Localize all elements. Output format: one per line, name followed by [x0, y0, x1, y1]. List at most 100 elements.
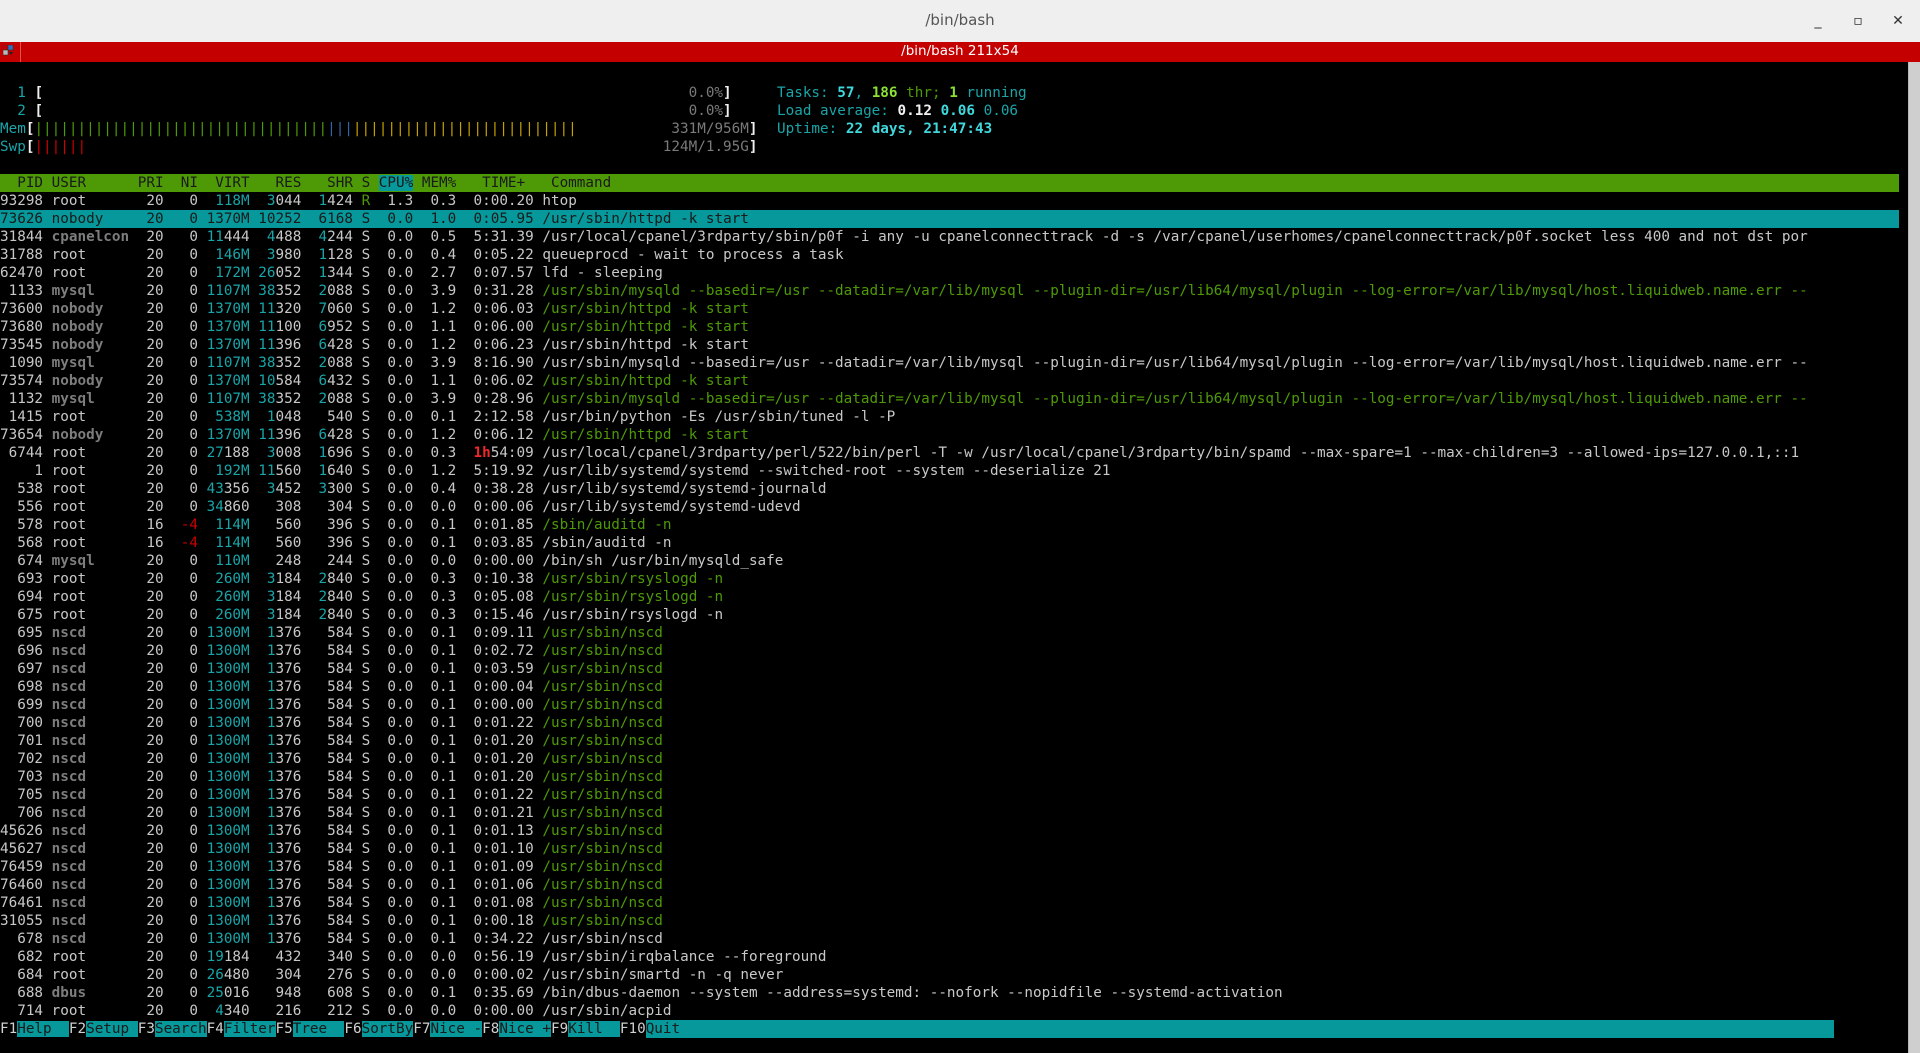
process-row[interactable]: 684 root 20 0 26480 304 276 S 0.0 0.0 0:… [0, 966, 1900, 984]
process-row[interactable]: 578 root 16 -4 114M 560 396 S 0.0 0.1 0:… [0, 516, 1900, 534]
process-row[interactable]: 73574 nobody 20 0 1370M 10584 6432 S 0.0… [0, 372, 1900, 390]
close-button[interactable]: ✕ [1886, 10, 1910, 32]
column-header-mem[interactable]: MEM% [413, 175, 465, 191]
column-header-user[interactable]: USER [52, 175, 138, 191]
fkey-f6[interactable]: F6SortBy [344, 1021, 414, 1037]
column-header-virt[interactable]: VIRT [207, 175, 259, 191]
process-row[interactable]: 705 nscd 20 0 1300M 1376 584 S 0.0 0.1 0… [0, 786, 1900, 804]
column-header-res[interactable]: RES [258, 175, 310, 191]
fkey-f3[interactable]: F3Search [138, 1021, 207, 1037]
process-row[interactable]: 1 root 20 0 192M 11560 1640 S 0.0 1.2 5:… [0, 462, 1900, 480]
process-row[interactable]: 674 mysql 20 0 110M 248 244 S 0.0 0.0 0:… [0, 552, 1900, 570]
mem-cell: 0.3 [413, 193, 465, 209]
column-header-s[interactable]: S [362, 175, 379, 191]
column-header-ni[interactable]: NI [172, 175, 206, 191]
process-row[interactable]: 697 nscd 20 0 1300M 1376 584 S 0.0 0.1 0… [0, 660, 1900, 678]
process-row[interactable]: 699 nscd 20 0 1300M 1376 584 S 0.0 0.1 0… [0, 696, 1900, 714]
process-row[interactable]: 45626 nscd 20 0 1300M 1376 584 S 0.0 0.1… [0, 822, 1900, 840]
column-header-command[interactable]: Command [542, 175, 611, 191]
process-row[interactable]: 76459 nscd 20 0 1300M 1376 584 S 0.0 0.1… [0, 858, 1900, 876]
command-cell: /usr/sbin/irqbalance --foreground [542, 949, 827, 965]
process-row[interactable]: 76461 nscd 20 0 1300M 1376 584 S 0.0 0.1… [0, 894, 1900, 912]
fkey-f2[interactable]: F2Setup [69, 1021, 138, 1037]
time-cell: 0:09.11 [464, 625, 534, 641]
process-row[interactable]: 1090 mysql 20 0 1107M 38352 2088 S 0.0 3… [0, 354, 1900, 372]
htop-terminal[interactable]: 1 [ 0.0%] 2 [ 0.0%] Mem[|||||||||||||||||… [0, 62, 1900, 1053]
virt-cell: 114M [215, 535, 250, 551]
process-row[interactable]: 62470 root 20 0 172M 26052 1344 S 0.0 2.… [0, 264, 1900, 282]
pid-cell: 76460 [0, 877, 52, 893]
fkey-f4[interactable]: F4Filter [207, 1021, 276, 1037]
tasks-sep: , [854, 85, 872, 101]
cpu-cell: 0.0 [370, 751, 414, 767]
process-row[interactable]: 76460 nscd 20 0 1300M 1376 584 S 0.0 0.1… [0, 876, 1900, 894]
cpu-cell: 0.0 [370, 211, 414, 227]
process-row[interactable]: 31844 cpanelcon 20 0 11444 4488 4244 S 0… [0, 228, 1900, 246]
process-row[interactable]: 31788 root 20 0 146M 3980 1128 S 0.0 0.4… [0, 246, 1900, 264]
kilo-digits: 11 [206, 229, 224, 245]
process-row[interactable]: 1415 root 20 0 538M 1048 540 S 0.0 0.1 2… [0, 408, 1900, 426]
process-row[interactable]: 706 nscd 20 0 1300M 1376 584 S 0.0 0.1 0… [0, 804, 1900, 822]
pid-cell: 702 [0, 751, 52, 767]
time-cell: 0:03.85 [464, 535, 534, 551]
process-row[interactable]: 6744 root 20 0 27188 3008 1696 S 0.0 0.3… [0, 444, 1900, 462]
process-row[interactable]: 1133 mysql 20 0 1107M 38352 2088 S 0.0 3… [0, 282, 1900, 300]
column-header-time[interactable]: TIME+ [465, 175, 542, 191]
process-row[interactable]: 73680 nobody 20 0 1370M 11100 6952 S 0.0… [0, 318, 1900, 336]
process-row[interactable]: 701 nscd 20 0 1300M 1376 584 S 0.0 0.1 0… [0, 732, 1900, 750]
fkey-f7[interactable]: F7Nice - [413, 1021, 483, 1037]
column-header-shr[interactable]: SHR [310, 175, 362, 191]
fkey-action: Quit [645, 1020, 1834, 1038]
process-row[interactable]: 702 nscd 20 0 1300M 1376 584 S 0.0 0.1 0… [0, 750, 1900, 768]
process-row[interactable]: 568 root 16 -4 114M 560 396 S 0.0 0.1 0:… [0, 534, 1900, 552]
process-row[interactable]: 73545 nobody 20 0 1370M 11396 6428 S 0.0… [0, 336, 1900, 354]
column-header-pri[interactable]: PRI [138, 175, 172, 191]
virt-cell: 4340 [215, 1003, 249, 1019]
process-row[interactable]: 73600 nobody 20 0 1370M 11320 7060 S 0.0… [0, 300, 1900, 318]
process-row[interactable]: 31055 nscd 20 0 1300M 1376 584 S 0.0 0.1… [0, 912, 1900, 930]
process-row[interactable]: 696 nscd 20 0 1300M 1376 584 S 0.0 0.1 0… [0, 642, 1900, 660]
process-row[interactable]: 682 root 20 0 19184 432 340 S 0.0 0.0 0:… [0, 948, 1900, 966]
process-row[interactable]: 693 root 20 0 260M 3184 2840 S 0.0 0.3 0… [0, 570, 1900, 588]
terminal-scrollbar[interactable] [1908, 62, 1920, 1053]
process-row[interactable]: 675 root 20 0 260M 3184 2840 S 0.0 0.3 0… [0, 606, 1900, 624]
user-cell: nscd [51, 895, 138, 911]
fkey-f8[interactable]: F8Nice + [482, 1021, 551, 1037]
process-row[interactable]: 556 root 20 0 34860 308 304 S 0.0 0.0 0:… [0, 498, 1900, 516]
process-row[interactable]: 688 dbus 20 0 25016 948 608 S 0.0 0.1 0:… [0, 984, 1900, 1002]
process-row[interactable]: 1132 mysql 20 0 1107M 38352 2088 S 0.0 3… [0, 390, 1900, 408]
process-row[interactable]: 678 nscd 20 0 1300M 1376 584 S 0.0 0.1 0… [0, 930, 1900, 948]
process-row[interactable]: 538 root 20 0 43356 3452 3300 S 0.0 0.4 … [0, 480, 1900, 498]
fkey-f1[interactable]: F1Help [0, 1021, 69, 1037]
minimize-button[interactable]: _ [1806, 10, 1830, 32]
column-header-pid[interactable]: PID [0, 175, 52, 191]
terminal-tab-title[interactable]: /bin/bash 211x54 [0, 43, 1920, 59]
virt-cell: 118M [215, 193, 250, 209]
fkey-f9[interactable]: F9Kill [551, 1021, 620, 1037]
process-row[interactable]: 703 nscd 20 0 1300M 1376 584 S 0.0 0.1 0… [0, 768, 1900, 786]
unit-digits: 428 [327, 337, 353, 353]
column-header-cpu[interactable]: CPU% [378, 175, 414, 191]
process-row[interactable]: 45627 nscd 20 0 1300M 1376 584 S 0.0 0.1… [0, 840, 1900, 858]
process-row[interactable]: 93298 root 20 0 118M 3044 1424 R 1.3 0.3… [0, 192, 1900, 210]
time-cell: 0:00.20 [464, 193, 534, 209]
cpu-cell: 0.0 [370, 913, 414, 929]
process-row[interactable]: 694 root 20 0 260M 3184 2840 S 0.0 0.3 0… [0, 588, 1900, 606]
nice-cell: 0 [172, 355, 198, 371]
maximize-button[interactable]: ▫ [1846, 10, 1870, 32]
process-row[interactable]: 73654 nobody 20 0 1370M 11396 6428 S 0.0… [0, 426, 1900, 444]
process-row[interactable]: 700 nscd 20 0 1300M 1376 584 S 0.0 0.1 0… [0, 714, 1900, 732]
fkey-action: Nice + [499, 1021, 551, 1037]
process-row[interactable]: 73626 nobody 20 0 1370M 10252 6168 S 0.0… [0, 210, 1899, 228]
process-row[interactable]: 698 nscd 20 0 1300M 1376 584 S 0.0 0.1 0… [0, 678, 1900, 696]
fkey-f10[interactable]: F10Quit [620, 1020, 1834, 1038]
fkey-f5[interactable]: F5Tree [276, 1021, 345, 1037]
process-row[interactable]: 714 root 20 0 4340 216 212 S 0.0 0.0 0:0… [0, 1002, 1900, 1020]
process-row[interactable]: 695 nscd 20 0 1300M 1376 584 S 0.0 0.1 0… [0, 624, 1900, 642]
